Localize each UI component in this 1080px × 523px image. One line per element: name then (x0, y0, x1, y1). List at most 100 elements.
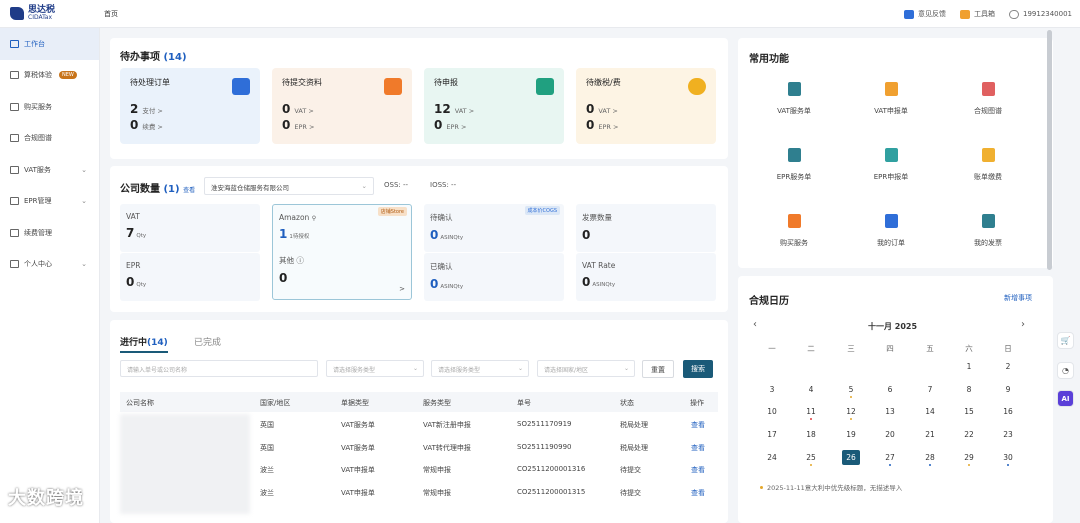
fn-epr-service[interactable]: EPR服务单 (754, 148, 834, 182)
todo-card-orders[interactable]: 待处理订单 2 支付 > 0 续费 > (120, 68, 260, 144)
country-select[interactable]: 请选择国家/地区 ⌄ (537, 360, 635, 377)
calendar-day[interactable]: 2 (999, 362, 1017, 371)
calendar-day[interactable]: 14 (921, 407, 939, 416)
sidebar-item-renewal[interactable]: 续费管理 (0, 217, 99, 249)
fn-orders[interactable]: 我的订单 (851, 214, 931, 248)
tab-in-progress[interactable]: 进行中(14) (120, 335, 168, 353)
view-link[interactable]: 查看 (691, 443, 705, 453)
todo-card-docs[interactable]: 待提交资料 0 VAT > 0 EPR > (272, 68, 412, 144)
toolbox-button[interactable]: 工具箱 (960, 9, 995, 19)
view-link[interactable]: 查看 (691, 420, 705, 430)
sidebar-item-profile[interactable]: 个人中心 ⌄ (0, 249, 99, 281)
calendar-day[interactable]: 30 (999, 453, 1017, 466)
calendar-day[interactable]: 7 (921, 385, 939, 394)
search-button[interactable]: 搜索 (683, 360, 713, 378)
calendar-day[interactable]: 10 (763, 407, 781, 416)
stat-invoice[interactable]: 发票数量 0 (576, 204, 716, 252)
calendar-day[interactable]: 5 (842, 385, 860, 398)
calendar-day[interactable]: 23 (999, 430, 1017, 439)
calendar-day[interactable]: 6 (881, 385, 899, 394)
calendar-day[interactable]: 17 (763, 430, 781, 439)
reset-button[interactable]: 重置 (642, 360, 674, 378)
sidebar-item-tax-calc[interactable]: 算税体验 NEW (0, 60, 99, 92)
logo[interactable]: 思达税 CIDATax (0, 6, 100, 21)
calendar-day[interactable]: 22 (960, 430, 978, 439)
calendar-day[interactable]: 24 (763, 453, 781, 462)
calendar-day[interactable]: 12 (842, 407, 860, 420)
todo-card-pay[interactable]: 待缴税/费 0 VAT > 0 EPR > (576, 68, 716, 144)
cart-icon[interactable]: 🛒 (1057, 332, 1074, 349)
view-link[interactable]: 查看 (183, 187, 195, 194)
company-select[interactable]: 淮安海蓝仓储服务有限公司 ⌄ (204, 177, 374, 195)
breadcrumb[interactable]: 首页 (104, 9, 118, 19)
chevron-right-icon[interactable]: › (1021, 319, 1025, 330)
todo-link[interactable]: VAT > (598, 107, 617, 115)
feedback-button[interactable]: 意见反馈 (904, 9, 946, 19)
fn-invoices[interactable]: 我的发票 (948, 214, 1028, 248)
search-input[interactable]: 请输入单号或公司名称 (120, 360, 318, 377)
order-icon (884, 214, 898, 228)
stat-vat[interactable]: VAT 7 Qty (120, 204, 260, 252)
chat-icon[interactable]: ◔ (1057, 362, 1074, 379)
chevron-left-icon[interactable]: ‹ (753, 319, 757, 330)
fn-buy[interactable]: 购买服务 (754, 214, 834, 248)
calendar-day[interactable]: 29 (960, 453, 978, 466)
calendar-note[interactable]: 2025-11-11意大利中优先级标题，无描述导入 (760, 482, 902, 492)
calendar-day[interactable]: 9 (999, 385, 1017, 394)
view-link[interactable]: 查看 (691, 488, 705, 498)
coins-icon (688, 78, 706, 95)
sidebar-item-epr[interactable]: EPR管理 ⌄ (0, 186, 99, 218)
todo-card-declare[interactable]: 待申报 12 VAT > 0 EPR > (424, 68, 564, 144)
calendar-day[interactable]: 27 (881, 453, 899, 466)
tab-completed[interactable]: 已完成 (194, 335, 221, 348)
todo-link[interactable]: EPR > (598, 123, 618, 131)
chevron-right-icon[interactable]: > (399, 285, 405, 293)
fn-vat-service[interactable]: VAT服务单 (754, 82, 834, 116)
calendar-day[interactable]: 25 (802, 453, 820, 466)
sidebar-item-vat[interactable]: VAT服务 ⌄ (0, 154, 99, 186)
calendar-day-selected[interactable]: 26 (842, 450, 860, 465)
calendar-day[interactable]: 28 (921, 453, 939, 466)
calendar-day[interactable]: 11 (802, 407, 820, 420)
calendar-day[interactable]: 8 (960, 385, 978, 394)
fn-compliance[interactable]: 合规图谱 (948, 82, 1028, 116)
calendar-day[interactable]: 18 (802, 430, 820, 439)
user-menu[interactable]: 19912340001 (1009, 9, 1072, 19)
calendar-day[interactable]: 21 (921, 430, 939, 439)
stat-amazon[interactable]: 店铺Store Amazon ⚲ 1 1待授权 其他 ⓘ 0 > (272, 204, 412, 300)
sidebar-item-buy[interactable]: 购买服务 (0, 91, 99, 123)
calendar-day[interactable]: 20 (881, 430, 899, 439)
service-type-select-2[interactable]: 请选择服务类型 ⌄ (431, 360, 529, 377)
stat-epr[interactable]: EPR 0 Qty (120, 253, 260, 301)
fn-vat-declare[interactable]: VAT申报单 (851, 82, 931, 116)
calendar-day[interactable]: 13 (881, 407, 899, 416)
view-link[interactable]: 查看 (691, 465, 705, 475)
calendar-day[interactable]: 16 (999, 407, 1017, 416)
sidebar-item-compliance[interactable]: 合规图谱 (0, 123, 99, 155)
document-icon (787, 82, 801, 96)
service-type-select[interactable]: 请选择服务类型 ⌄ (326, 360, 424, 377)
fn-billing[interactable]: 账单缴费 (948, 148, 1028, 182)
add-event-link[interactable]: 新增事项 (1004, 293, 1032, 303)
calendar-day[interactable]: 3 (763, 385, 781, 394)
todo-link[interactable]: VAT > (294, 107, 313, 115)
scrollbar[interactable] (1047, 30, 1052, 270)
ai-icon[interactable]: AI (1057, 390, 1074, 407)
todo-link[interactable]: 支付 > (142, 105, 163, 115)
calendar-day[interactable]: 4 (802, 385, 820, 394)
user-phone: 19912340001 (1023, 10, 1072, 18)
stat-pending[interactable]: 成本价COGS 待确认 0 ASINQty (424, 204, 564, 252)
fn-epr-declare[interactable]: EPR申报单 (851, 148, 931, 182)
bill-icon (981, 148, 995, 162)
stat-confirmed[interactable]: 已确认 0 ASINQty (424, 253, 564, 301)
calendar-day[interactable]: 1 (960, 362, 978, 371)
sidebar-item-workbench[interactable]: 工作台 (0, 28, 99, 60)
calendar-day[interactable]: 19 (842, 430, 860, 439)
todo-link[interactable]: EPR > (294, 123, 314, 131)
company-name-redacted (120, 414, 250, 514)
todo-link[interactable]: VAT > (455, 107, 474, 115)
todo-link[interactable]: EPR > (446, 123, 466, 131)
calendar-day[interactable]: 15 (960, 407, 978, 416)
todo-link[interactable]: 续费 > (142, 121, 163, 131)
stat-vat-rate[interactable]: VAT Rate 0 ASINQty (576, 253, 716, 301)
